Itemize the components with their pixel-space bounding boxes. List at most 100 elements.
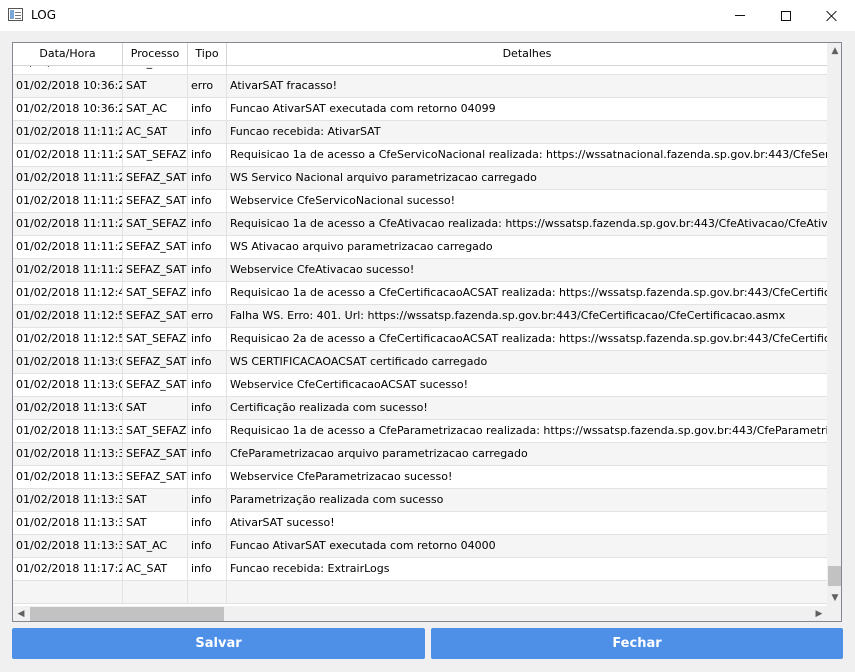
table-row[interactable]: 01/02/2018 11:13:32 SAT info AtivarSAT suce…: [13, 512, 827, 535]
table-row[interactable]: 01/02/2018 11:13:32 SAT info Parametrização…: [13, 489, 827, 512]
cell-type: info: [188, 213, 227, 235]
cell-date: 01/02/2018 11:13:32: [13, 535, 123, 557]
table-row[interactable]: 01/02/2018 11:12:50 SEFAZ_SAT erro Falha WS…: [13, 305, 827, 328]
cell-details: Parametrização realizada com sucesso: [230, 493, 444, 506]
cell-details: Webservice CfeServicoNacional sucesso!: [230, 194, 456, 207]
cell-process: SAT_SEFAZ: [123, 328, 188, 350]
cell-details: Requisicao 1a de acesso a CfeCertificaca…: [230, 286, 827, 299]
cell-date: 01/02/2018 11:11:29: [13, 259, 123, 281]
cell-process: SAT: [123, 397, 188, 419]
cell-type: info: [188, 397, 227, 419]
window-title: LOG: [31, 8, 57, 22]
cell-type: info: [188, 190, 227, 212]
cell-date: 01/02/2018 11:11:27: [13, 213, 123, 235]
close-icon: [826, 10, 838, 22]
cell-process: SAT_SEFAZ: [123, 420, 188, 442]
cell-date: 01/02/2018 11:13:32: [13, 443, 123, 465]
title-bar: LOG: [0, 0, 855, 31]
cell-date: 01/02/2018 11:13:00: [13, 374, 123, 396]
cell-type: info: [188, 443, 227, 465]
table-row[interactable]: 01/02/2018 10:36:22 SAT_AC info Funcao Ativ…: [13, 98, 827, 121]
cell-details: [227, 581, 827, 603]
cell-process: SAT: [123, 512, 188, 534]
table-row[interactable]: [13, 581, 827, 604]
cell-date: 01/02/2018 11:13:00: [13, 397, 123, 419]
cell-process: SEFAZ_SAT: [123, 259, 188, 281]
cell-details: Webservice CfeCertificacaoACSAT sucesso!: [230, 378, 468, 391]
table-row[interactable]: 01/02/2018 11:11:25 SAT_SEFAZ info Requisic…: [13, 144, 827, 167]
cell-type: info: [188, 512, 227, 534]
cell-date: 01/02/2018 11:12:40: [13, 282, 123, 304]
cell-type: info: [188, 535, 227, 557]
close-window-button[interactable]: [809, 0, 855, 31]
table-row[interactable]: 01/02/2018 11:13:30 SAT_SEFAZ info Requisic…: [13, 420, 827, 443]
cell-process: SEFAZ_SAT: [123, 351, 188, 373]
cell-details: Requisicao 1a de acesso a CfeServicoNaci…: [230, 148, 827, 161]
cell-process: SAT_SEFAZ: [123, 213, 188, 235]
close-button[interactable]: Fechar: [431, 628, 843, 659]
table-row[interactable]: 01/02/2018 11:13:00 SAT info Certificação r…: [13, 397, 827, 420]
cell-details: WS Ativacao arquivo parametrizacao carre…: [230, 240, 493, 253]
cell-process: SAT: [123, 489, 188, 511]
table-row[interactable]: 01/02/2018 11:11:25 AC_SAT info Funcao rece…: [13, 121, 827, 144]
cell-date: 01/02/2018 11:11:27: [13, 190, 123, 212]
vertical-scroll-thumb[interactable]: [828, 566, 841, 586]
table-row[interactable]: 01/02/2018 11:12:50 SAT_SEFAZ info Requisic…: [13, 328, 827, 351]
cell-date: 01/02/2018 10:36:22: [13, 98, 123, 120]
cell-type: info: [188, 98, 227, 120]
cell-date: 01/02/2018 11:12:50: [13, 328, 123, 350]
cell-type: erro: [188, 66, 227, 74]
cell-date: 01/02/2018 11:17:20: [13, 558, 123, 580]
column-header-process[interactable]: Processo: [123, 43, 188, 66]
minimize-button[interactable]: [717, 0, 763, 31]
table-row[interactable]: 01/02/2018 11:13:32 SAT_AC info Funcao Ativ…: [13, 535, 827, 558]
cell-date: 01/02/2018 11:11:25: [13, 144, 123, 166]
save-button[interactable]: Salvar: [12, 628, 425, 659]
column-header-type[interactable]: Tipo: [188, 43, 227, 66]
cell-details: AtivarSAT fracasso!: [230, 79, 338, 92]
table-row[interactable]: 01/02/2018 11:12:40 SAT_SEFAZ info Requisic…: [13, 282, 827, 305]
cell-process: SAT_AC: [123, 98, 188, 120]
column-header-date[interactable]: Data/Hora: [13, 43, 123, 66]
table-row[interactable]: 01/02/2018 11:11:27 SEFAZ_SAT info Webservi…: [13, 190, 827, 213]
cell-type: info: [188, 121, 227, 143]
chevron-right-icon[interactable]: ▶: [811, 606, 827, 621]
cell-process: SEFAZ_SAT: [123, 443, 188, 465]
table-row[interactable]: 01/02/2018 11:13:32 SEFAZ_SAT info Webservi…: [13, 466, 827, 489]
horizontal-scrollbar[interactable]: ◀ ▶: [13, 606, 827, 621]
chevron-left-icon[interactable]: ◀: [13, 606, 29, 621]
cell-details: AtivarSAT terminado com fracasso no serv…: [227, 66, 827, 74]
cell-process: AC_SAT: [123, 121, 188, 143]
maximize-button[interactable]: [763, 0, 809, 31]
cell-date: 01/02/2018 10:36:22: [13, 75, 123, 97]
horizontal-scroll-thumb[interactable]: [30, 607, 224, 621]
table-row[interactable]: 01/02/2018 11:11:27 SAT_SEFAZ info Requisic…: [13, 213, 827, 236]
cell-process: SEFAZ_SAT: [123, 236, 188, 258]
cell-process: SEFAZ_SAT: [123, 305, 188, 327]
vertical-scrollbar[interactable]: ▲ ▼: [827, 43, 841, 606]
cell-type: info: [188, 167, 227, 189]
log-table[interactable]: Data/Hora Processo Tipo Detalhes 01/02/2…: [12, 42, 842, 622]
cell-details: Funcao recebida: AtivarSAT: [230, 125, 381, 138]
table-row[interactable]: 01/02/2018 11:11:27 SEFAZ_SAT info WS Servi…: [13, 167, 827, 190]
cell-date: 01/02/2018 11:13:00: [13, 351, 123, 373]
cell-date: 01/02/2018 11:13:32: [13, 466, 123, 488]
table-row[interactable]: 01/02/2018 11:17:20 AC_SAT info Funcao rece…: [13, 558, 827, 581]
cell-details: Requisicao 2a de acesso a CfeCertificaca…: [230, 332, 827, 345]
table-row[interactable]: 01/02/2018 11:13:00 SEFAZ_SAT info WS CERTI…: [13, 351, 827, 374]
cell-type: info: [188, 420, 227, 442]
table-row[interactable]: 01/02/2018 11:11:29 SEFAZ_SAT info Webservi…: [13, 259, 827, 282]
table-row[interactable]: 01/02/2018 11:13:32 SEFAZ_SAT info CfeParam…: [13, 443, 827, 466]
cell-date: 01/02/2018 11:11:25: [13, 121, 123, 143]
cell-type: info: [188, 351, 227, 373]
column-header-details[interactable]: Detalhes: [227, 43, 827, 66]
table-row[interactable]: 01/02/2018 11:11:29 SEFAZ_SAT info WS Ativa…: [13, 236, 827, 259]
table-row[interactable]: 01/02/2018 10:36:22 SAT erro AtivarSAT frac…: [13, 75, 827, 98]
chevron-down-icon[interactable]: ▼: [827, 590, 841, 606]
table-row[interactable]: 01/02/2018 11:13:00 SEFAZ_SAT info Webservi…: [13, 374, 827, 397]
cell-process: SAT_AC: [123, 535, 188, 557]
chevron-up-icon[interactable]: ▲: [827, 43, 841, 59]
table-row[interactable]: 01/02/2018 10:36:22SAT_SEFAZerroAtivarSA…: [13, 66, 827, 75]
cell-date: 01/02/2018 11:12:50: [13, 305, 123, 327]
cell-process: SEFAZ_SAT: [123, 374, 188, 396]
